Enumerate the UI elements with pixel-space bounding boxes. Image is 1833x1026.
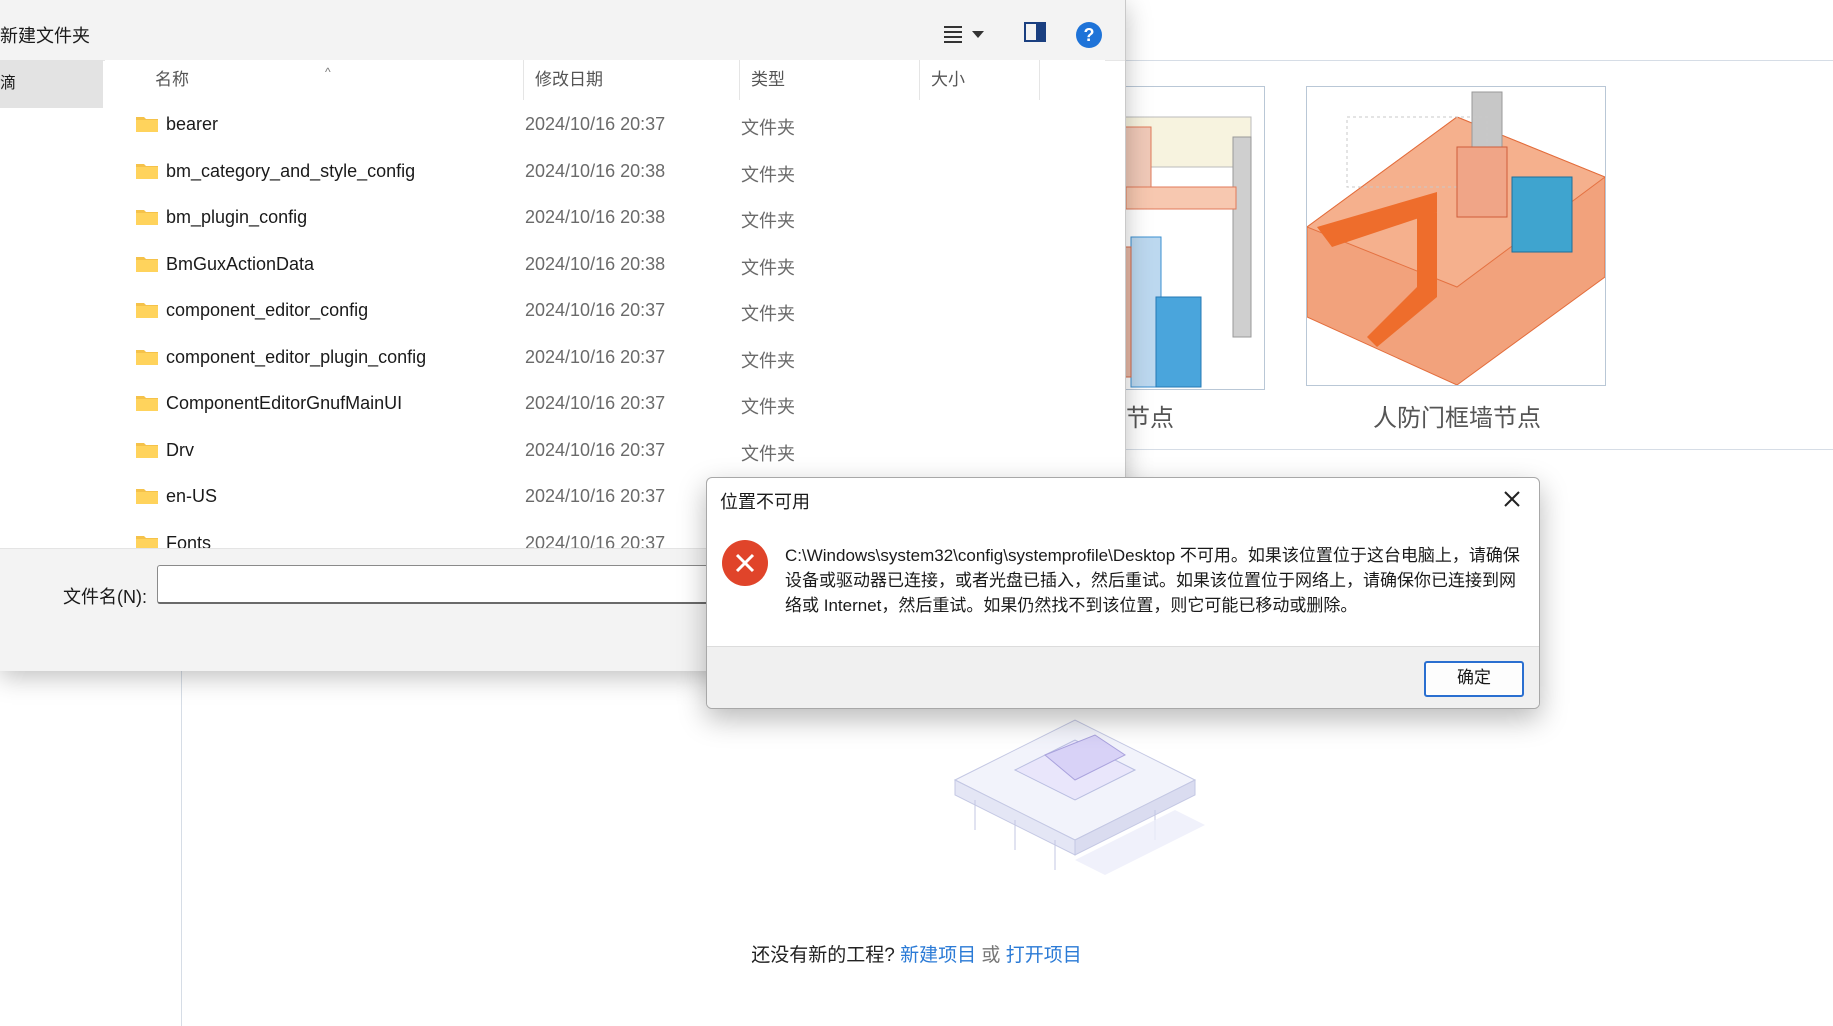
folder-icon — [136, 256, 158, 272]
file-modified-date: 2024/10/16 20:37 — [525, 114, 666, 134]
folder-icon — [136, 535, 158, 548]
error-message: C:\Windows\system32\config\systemprofile… — [785, 546, 1520, 615]
civil-defense-door-thumbnail — [1307, 91, 1605, 385]
new-folder-button[interactable]: 新建文件夹 — [0, 22, 90, 48]
sort-ascending-icon: ^ — [325, 65, 331, 79]
file-row[interactable]: component_editor_config 2024/10/16 20:37 文… — [105, 288, 1105, 334]
dialog-footer: 确定 — [707, 646, 1539, 708]
folder-icon — [136, 303, 158, 318]
view-options-button[interactable] — [940, 18, 990, 50]
template-card-label: 人防门框墙节点 — [1373, 405, 1541, 432]
help-icon[interactable]: ? — [1076, 22, 1102, 48]
file-name: ComponentEditorGnufMainUI — [166, 393, 403, 413]
divider — [1125, 60, 1833, 61]
template-card-civil-defense-door[interactable] — [1306, 86, 1606, 386]
file-name: component_editor_config — [166, 300, 369, 320]
empty-project-illustration — [925, 700, 1205, 895]
file-type: 文件夹 — [741, 350, 795, 371]
dialog-toolbar: 新建文件夹 ? — [0, 0, 1125, 61]
file-name: bearer — [166, 114, 219, 134]
file-row[interactable]: bm_plugin_config 2024/10/16 20:38 文件夹 — [105, 195, 1105, 241]
file-modified-date: 2024/10/16 20:37 — [525, 393, 666, 413]
nav-item-selected[interactable]: 滴 — [0, 60, 103, 108]
navigation-pane: 滴 — [0, 60, 103, 548]
file-modified-date: 2024/10/16 20:37 — [525, 439, 666, 460]
or-text: 或 — [981, 945, 1001, 966]
file-modified-date: 2024/10/16 20:37 — [525, 486, 666, 506]
file-modified-date: 2024/10/16 20:38 — [525, 253, 666, 274]
file-name: bm_category_and_style_config — [166, 160, 416, 181]
column-header-modified[interactable]: 修改日期 — [523, 60, 740, 100]
file-row[interactable]: component_editor_plugin_config 2024/10/16… — [105, 335, 1105, 381]
file-row[interactable]: BmGuxActionData 2024/10/16 20:38 文件夹 — [105, 242, 1105, 288]
file-name: Fonts — [166, 532, 212, 549]
file-name: component_editor_plugin_config — [166, 346, 427, 367]
empty-prompt-text: 还没有新的工程? — [751, 945, 895, 966]
divider — [181, 660, 182, 1026]
file-row[interactable]: bm_category_and_style_config 2024/10/16 2… — [105, 149, 1105, 195]
file-row[interactable]: ComponentEditorGnufMainUI 2024/10/16 20:3… — [105, 381, 1105, 427]
file-name: Drv — [166, 439, 194, 460]
file-row[interactable]: bearer 2024/10/16 20:37 文件夹 — [105, 102, 1105, 148]
close-button[interactable] — [1499, 486, 1525, 512]
file-list-header: ^ 名称 修改日期 类型 大小 — [105, 60, 1105, 100]
file-type: 文件夹 — [741, 118, 795, 138]
file-type: 文件夹 — [741, 397, 795, 417]
file-modified-date: 2024/10/16 20:37 — [525, 300, 666, 320]
dialog-title: 位置不可用 — [720, 492, 810, 512]
folder-icon — [136, 489, 158, 504]
folder-icon — [136, 396, 158, 411]
close-icon — [1504, 491, 1520, 507]
location-unavailable-dialog: 位置不可用 C:\Windows\system32\config\systemp… — [706, 477, 1540, 709]
template-card-label: 节点 — [1126, 405, 1174, 432]
folder-icon — [136, 442, 158, 458]
filename-input[interactable] — [157, 565, 719, 604]
error-icon — [721, 539, 769, 587]
file-modified-date: 2024/10/16 20:38 — [525, 160, 666, 181]
divider — [1125, 449, 1833, 450]
file-type: 文件夹 — [741, 304, 795, 324]
file-name: BmGuxActionData — [166, 253, 315, 274]
filename-label: 文件名(N): — [63, 587, 147, 607]
column-header-name[interactable]: ^ 名称 — [105, 60, 524, 100]
column-header-size[interactable]: 大小 — [919, 60, 1040, 100]
file-modified-date: 2024/10/16 20:38 — [525, 207, 666, 227]
file-modified-date: 2024/10/16 20:37 — [525, 532, 666, 549]
list-view-icon — [944, 26, 984, 43]
preview-pane-icon — [1024, 22, 1046, 42]
file-type: 文件夹 — [741, 211, 795, 231]
file-list: ^ 名称 修改日期 类型 大小 bearer 2024/10/16 20:37 文件… — [105, 60, 1105, 548]
file-modified-date: 2024/10/16 20:37 — [525, 346, 666, 367]
folder-icon — [136, 163, 158, 179]
file-type: 文件夹 — [741, 164, 795, 185]
open-project-link[interactable]: 打开项目 — [1006, 945, 1082, 966]
new-project-link[interactable]: 新建项目 — [900, 945, 976, 966]
file-type: 文件夹 — [741, 257, 795, 278]
file-name: bm_plugin_config — [166, 207, 308, 227]
file-name: en-US — [166, 486, 218, 506]
folder-icon — [136, 210, 158, 225]
preview-pane-button[interactable] — [1023, 20, 1047, 46]
empty-project-prompt: 还没有新的工程? 新建项目 或 打开项目 — [0, 940, 1833, 967]
file-type: 文件夹 — [741, 443, 795, 464]
file-row[interactable]: Drv 2024/10/16 20:37 文件夹 — [105, 428, 1105, 474]
column-header-type[interactable]: 类型 — [739, 60, 920, 100]
folder-icon — [136, 117, 158, 132]
ok-button[interactable]: 确定 — [1424, 661, 1524, 697]
folder-icon — [136, 349, 158, 365]
